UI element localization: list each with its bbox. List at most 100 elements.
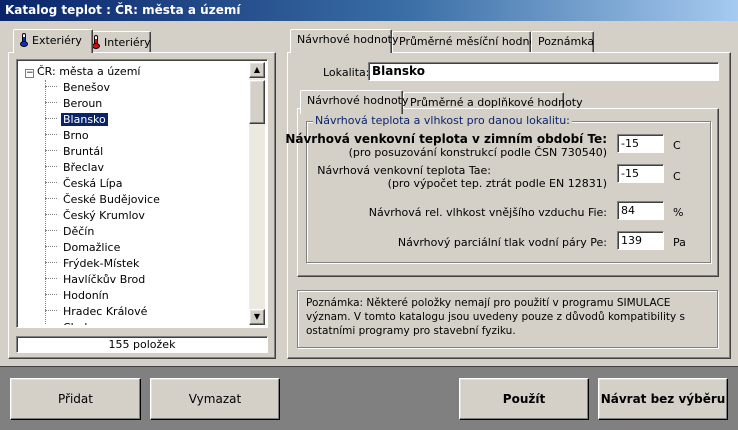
fie-value: 84 (621, 204, 635, 217)
tree-connector-dash (45, 278, 57, 279)
tree-item[interactable]: Břeclav (45, 160, 106, 176)
use-button[interactable]: Použít (459, 378, 589, 420)
tab-inner-navrhove[interactable]: Návrhové hodnoty (300, 90, 409, 114)
tae-sublabel: (pro výpočet tep. ztrát podle EN 12831) (387, 177, 607, 190)
tree-connector-dash (45, 198, 57, 199)
tree-item-label: Břeclav (63, 161, 104, 174)
add-button-label: Přidat (58, 392, 93, 406)
tree-connector-dash (45, 310, 57, 311)
tree-connector-dash (45, 182, 57, 183)
back-without-selection-button[interactable]: Návrat bez výběru (598, 378, 728, 420)
tree-item-label: Benešov (63, 81, 111, 94)
tae-field[interactable]: -15 (617, 164, 664, 183)
tree-item-label: Frýdek-Místek (63, 257, 140, 270)
tree-connector-dash (45, 166, 57, 167)
fie-label: Návrhová rel. vlhkost vnějšího vzduchu F… (368, 206, 607, 219)
delete-button[interactable]: Vymazat (150, 378, 280, 420)
tree-item[interactable]: České Budějovice (45, 192, 162, 208)
collapse-icon[interactable]: − (25, 69, 34, 78)
tree-item[interactable]: Benešov (45, 80, 112, 96)
tree-item[interactable]: Český Krumlov (45, 208, 147, 224)
tree-connector-dash (45, 118, 57, 119)
tree-connector-dash (45, 294, 57, 295)
delete-button-label: Vymazat (188, 392, 242, 406)
tab-interiery[interactable]: Interiéry (85, 31, 151, 53)
tae-label: Návrhová venkovní teplota Tae: (317, 164, 491, 177)
tae-value: -15 (621, 167, 639, 180)
tree-item[interactable]: Domažlice (45, 240, 122, 256)
pe-unit: Pa (673, 236, 686, 249)
fie-field[interactable]: 84 (617, 201, 664, 220)
tree-item-label: Děčín (63, 225, 95, 238)
tae-unit: C (673, 170, 681, 183)
tree-connector-dash (45, 246, 57, 247)
tree-item-label: Beroun (63, 97, 103, 110)
tree-item-label: Český Krumlov (63, 209, 145, 222)
tree-item[interactable]: Beroun (45, 96, 104, 112)
tab-exteriery[interactable]: Exteriéry (13, 29, 93, 53)
pe-label: Návrhový parciální tlak vodní páry Pe: (397, 236, 607, 249)
locality-tree[interactable]: − ČR: města a území Benešov Beroun Blansko B… (16, 59, 268, 328)
thermometer-red-icon (92, 35, 100, 49)
tree-root[interactable]: − ČR: města a území (25, 64, 140, 80)
tree-item-label: Cheb (61, 321, 93, 325)
tree-item-label: Havlíčkův Brod (63, 273, 146, 286)
tree-item[interactable]: Havlíčkův Brod (45, 272, 147, 288)
tab-label: Průměrné měsíční hodnoty (399, 35, 548, 48)
tree-item[interactable]: Hradec Králové (45, 304, 149, 320)
note-text: Poznámka: Některé položky nemají pro pou… (297, 290, 718, 348)
use-button-label: Použít (502, 392, 546, 406)
tree-item[interactable]: Brno (45, 128, 91, 144)
tab-prumerne-mesicni[interactable]: Průměrné měsíční hodnoty (392, 31, 547, 53)
pe-value: 139 (621, 234, 642, 247)
te-unit: C (673, 139, 681, 152)
item-count: 155 položek (16, 336, 268, 353)
tree-item[interactable]: Frýdek-Místek (45, 256, 141, 272)
tree-item-label: Bruntál (63, 145, 104, 158)
te-label: Návrhová venkovní teplota v zimním obdob… (285, 132, 607, 146)
tree-scrollbar[interactable]: ▲ ▼ (249, 62, 265, 325)
tree-item-label: Blansko (60, 112, 109, 127)
back-button-label: Návrat bez výběru (600, 392, 726, 406)
tree-connector-dash (45, 102, 57, 103)
tab-poznamka[interactable]: Poznámka (531, 31, 594, 53)
scroll-up-icon[interactable]: ▲ (249, 62, 265, 78)
tree-item-label: Domažlice (63, 241, 121, 254)
scroll-down-icon[interactable]: ▼ (249, 309, 265, 325)
tab-exteriery-label: Exteriéry (32, 34, 82, 47)
tree-item-label: Česká Lípa (63, 177, 123, 190)
scroll-thumb[interactable] (249, 80, 265, 124)
tree-root-label: ČR: města a území (37, 65, 141, 78)
tree-item-label: Hodonín (63, 289, 109, 302)
tree-connector-dash (45, 262, 57, 263)
fie-unit: % (673, 206, 684, 219)
te-sublabel: (pro posuzování konstrukcí podle ČSN 730… (348, 146, 607, 159)
tree-item[interactable]: Blansko (45, 112, 109, 128)
tree-connector-dash (45, 150, 57, 151)
pe-field[interactable]: 139 (617, 231, 664, 250)
tab-label: Návrhové hodnoty (297, 33, 399, 46)
te-value: -15 (621, 137, 639, 150)
tree-item-label: Hradec Králové (63, 305, 148, 318)
tree-item[interactable]: Bruntál (45, 144, 105, 160)
tree-item-label: České Budějovice (63, 193, 160, 206)
tree-item[interactable]: Česká Lípa (45, 176, 125, 192)
tree-item[interactable]: Hodonín (45, 288, 111, 304)
add-button[interactable]: Přidat (10, 378, 141, 420)
group-title: Návrhová teplota a vlhkost pro danou lok… (313, 114, 572, 127)
tab-navrhove-hodnoty[interactable]: Návrhové hodnoty (290, 29, 399, 53)
te-field[interactable]: -15 (617, 134, 664, 153)
tree-connector-dash (45, 86, 57, 87)
thermometer-blue-icon (20, 33, 28, 47)
tab-label: Poznámka (538, 35, 595, 48)
tab-interiery-label: Interiéry (104, 36, 151, 49)
tree-item[interactable]: Cheb (45, 320, 93, 325)
tree-connector-dash (45, 214, 57, 215)
tree-connector-dash (45, 134, 57, 135)
locality-field[interactable]: Blansko (368, 62, 719, 81)
tree-item-label: Brno (63, 129, 89, 142)
locality-label: Lokalita: (323, 66, 370, 79)
tree-item[interactable]: Děčín (45, 224, 96, 240)
tab-label: Návrhové hodnoty (307, 94, 409, 107)
tree-viewport: − ČR: města a území Benešov Beroun Blansko B… (19, 62, 249, 325)
